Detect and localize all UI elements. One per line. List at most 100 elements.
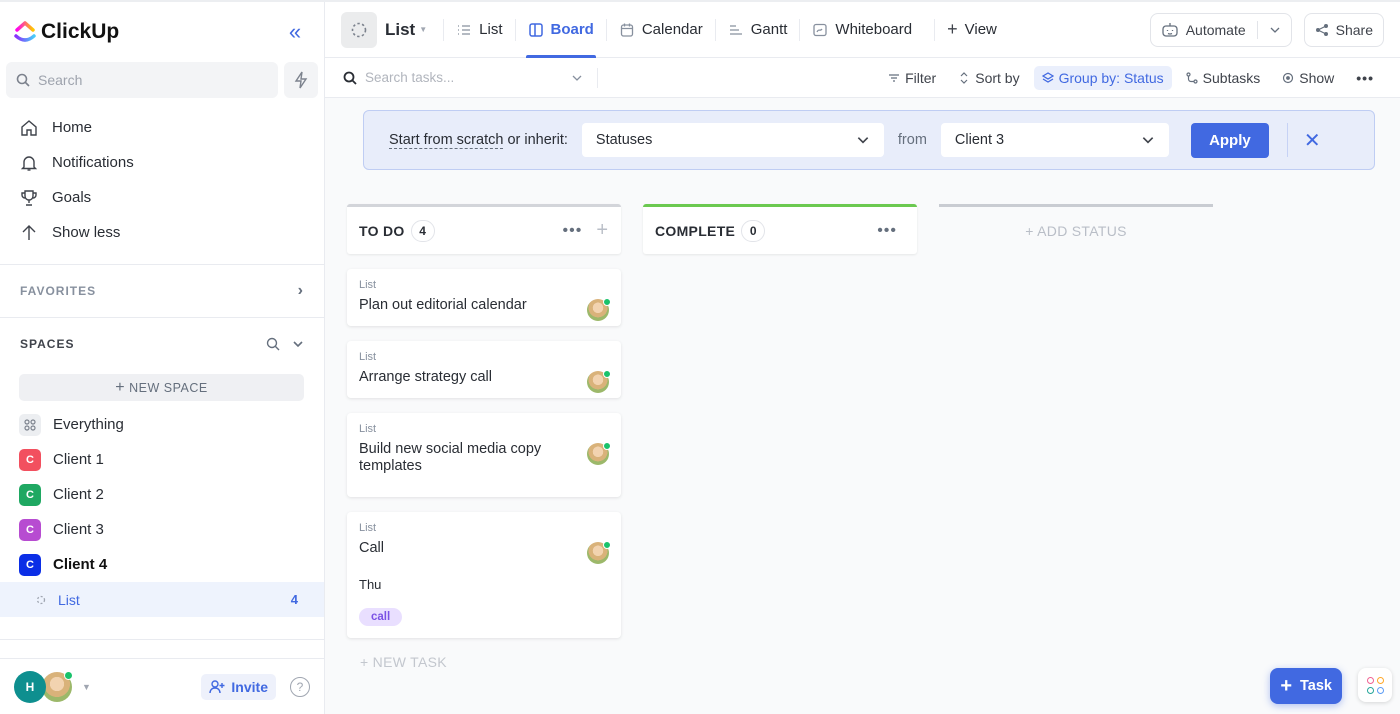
more-horizontal-icon: ••• [1356,69,1374,86]
from-label: from [897,132,927,148]
clickup-logo[interactable]: ClickUp [14,20,119,44]
view-bar: List ▼ List Board Calendar Gantt Whitebo… [325,2,1400,58]
apps-dot [1366,676,1374,684]
sort-label: Sort by [975,69,1020,86]
workspace-avatar[interactable]: H [14,670,46,703]
start-from-scratch-link[interactable]: Start from scratch [389,132,504,149]
list-name-dropdown[interactable]: List ▼ [385,20,427,40]
list-name: List [385,19,416,39]
banner-rest-text: or inherit: [503,132,568,148]
tab-board[interactable]: Board [516,2,606,58]
show-button[interactable]: Show [1274,66,1342,90]
group-by-button[interactable]: Group by: Status [1033,65,1172,90]
source-select-value: Client 3 [954,132,1005,148]
automate-button[interactable]: Automate [1149,12,1292,47]
space-client-4[interactable]: C Client 4 [0,547,324,582]
collapse-sidebar-button[interactable]: « [280,19,310,45]
space-avatar: C [19,483,41,506]
close-banner-button[interactable]: ✕ [1304,128,1321,153]
chevron-down-icon[interactable] [571,72,583,84]
nav-goals[interactable]: Goals [0,180,324,215]
source-select[interactable]: Client 3 [940,123,1169,157]
task-card[interactable]: List Plan out editorial calendar [347,269,621,326]
tab-label: List [479,21,503,38]
gantt-icon [729,24,742,35]
sidebar-search-placeholder: Search [38,72,83,88]
nav-notifications-label: Notifications [52,154,134,171]
automate-label: Automate [1185,21,1246,38]
nav-notifications[interactable]: Notifications [0,145,324,180]
list-task-count: 4 [290,592,298,607]
more-options-button[interactable]: ••• [1348,66,1382,90]
user-avatar[interactable] [42,670,73,702]
sort-button[interactable]: Sort by [950,66,1027,90]
statuses-select[interactable]: Statuses [581,123,884,157]
task-search-input[interactable]: Search tasks... [343,70,583,85]
tab-gantt[interactable]: Gantt [716,2,800,58]
arrow-up-icon [22,224,36,240]
column-header[interactable]: TO DO 4 ••• + [347,204,621,254]
space-everything[interactable]: Everything [0,407,324,442]
space-client-3[interactable]: C Client 3 [0,512,324,547]
assignee-avatar[interactable] [587,298,611,321]
filter-icon [889,73,900,82]
invite-button[interactable]: Invite [201,673,276,700]
column-header[interactable]: COMPLETE 0 ••• [643,204,917,254]
sidebar-search-input[interactable]: Search [6,62,278,98]
chevron-down-icon[interactable] [1269,24,1281,36]
list-status-icon [36,595,46,604]
sidebar-list-item[interactable]: List 4 [0,582,324,617]
robot-icon [1162,22,1178,37]
add-task-button[interactable]: + Task [1270,668,1342,704]
tab-whiteboard[interactable]: Whiteboard [800,2,924,58]
task-tag[interactable]: call [359,608,403,626]
task-card[interactable]: List Arrange strategy call [347,341,621,398]
filter-button[interactable]: Filter [880,66,944,90]
main-content: List ▼ List Board Calendar Gantt Whitebo… [325,2,1400,714]
sidebar-divider [0,639,324,640]
new-task-button[interactable]: + NEW TASK [360,654,621,670]
favorites-section[interactable]: FAVORITES › [0,265,324,317]
task-source: List [359,279,377,291]
assignee-avatar[interactable] [587,370,611,393]
banner-text: Start from scratch or inherit: [389,132,568,149]
online-indicator [603,298,611,306]
apps-dot [1366,686,1374,694]
tab-list[interactable]: List [444,2,514,58]
assignee-avatar[interactable] [587,442,611,465]
caret-down-icon[interactable]: ▼ [82,682,91,692]
lightning-icon [294,71,308,89]
online-indicator [603,370,611,378]
nav-show-less[interactable]: Show less [0,215,324,250]
task-due-date[interactable]: Thu [359,577,609,592]
more-horizontal-icon[interactable]: ••• [877,222,897,240]
task-card[interactable]: List Call Thu call [347,512,621,638]
subtasks-icon [1186,71,1198,84]
help-icon[interactable]: ? [290,676,310,697]
apps-launcher-button[interactable] [1358,668,1392,702]
share-button[interactable]: Share [1303,12,1384,47]
space-client-1[interactable]: C Client 1 [0,442,324,477]
add-view-button[interactable]: + View [935,2,1009,58]
nav-home[interactable]: Home [0,110,324,145]
everything-label: Everything [53,416,124,433]
new-space-button[interactable]: + NEW SPACE [19,374,304,401]
space-client-2[interactable]: C Client 2 [0,477,324,512]
quick-actions-button[interactable] [284,62,318,98]
search-spaces-icon[interactable] [266,337,280,351]
tab-calendar[interactable]: Calendar [607,2,715,58]
apps-dot [1376,686,1384,694]
column-todo: TO DO 4 ••• + List Plan out editorial ca… [347,204,621,714]
apply-button[interactable]: Apply [1190,122,1269,158]
board: TO DO 4 ••• + List Plan out editorial ca… [325,170,1400,714]
add-status-button[interactable]: + ADD STATUS [939,204,1213,254]
task-title: Plan out editorial calendar [359,297,527,313]
chevron-down-icon[interactable] [292,338,304,350]
assignee-avatar[interactable] [587,541,611,564]
list-label: List [58,591,80,608]
plus-icon[interactable]: + [596,219,609,242]
subtasks-button[interactable]: Subtasks [1178,66,1269,90]
more-horizontal-icon[interactable]: ••• [563,222,583,240]
task-card[interactable]: List Build new social media copy templat… [347,413,621,497]
list-settings-button[interactable] [341,11,377,48]
